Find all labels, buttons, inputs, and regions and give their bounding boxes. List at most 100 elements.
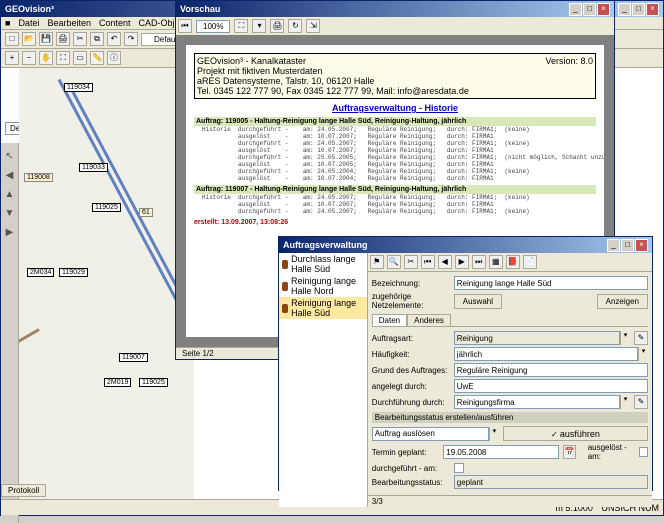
auswahl-button[interactable]: Auswahl bbox=[454, 294, 502, 309]
arrow-e-icon[interactable]: ▶ bbox=[6, 227, 14, 238]
tb-grid-icon[interactable]: ▦ bbox=[489, 255, 503, 269]
menu-bearbeiten[interactable]: Bearbeiten bbox=[47, 18, 91, 28]
tb-print-icon[interactable]: 🖨 bbox=[56, 32, 70, 46]
calendar-icon[interactable]: 📅 bbox=[563, 445, 575, 459]
tb-last-icon[interactable]: ⏭ bbox=[472, 255, 486, 269]
node-label: 2M019 bbox=[104, 378, 131, 387]
auftragsart-label: Auftragsart: bbox=[372, 334, 450, 343]
tb-pan-icon[interactable]: ✋ bbox=[39, 51, 53, 65]
map-canvas[interactable]: 119034 119033 119025 2M034 119029 119007… bbox=[19, 68, 194, 513]
ausgeloest-checkbox[interactable] bbox=[639, 447, 648, 457]
tb-cut-icon[interactable]: ✂ bbox=[73, 32, 87, 46]
doc-project1: Projekt mit fiktiven Musterdaten bbox=[197, 66, 593, 76]
tb-measure-icon[interactable]: 📏 bbox=[90, 51, 104, 65]
doc-project3: Tel. 0345 122 777 90, Fax 0345 122 777 9… bbox=[197, 86, 593, 96]
history-row: durchgeführt - am: 24.05.2007; Reguläre … bbox=[194, 140, 596, 147]
tb-info-icon[interactable]: ⓘ bbox=[107, 51, 121, 65]
tb-doc-icon[interactable]: 📄 bbox=[523, 255, 537, 269]
history-row: Historie durchgeführt - am: 24.05.2007; … bbox=[194, 194, 596, 201]
tab-daten[interactable]: Daten bbox=[372, 314, 407, 326]
list-item[interactable]: Durchlass lange Halle Süd bbox=[279, 253, 367, 275]
tb-zoom-out-icon[interactable]: − bbox=[22, 51, 36, 65]
dropdown-icon[interactable]: ▾ bbox=[620, 331, 630, 345]
form-title: Auftragsverwaltung bbox=[283, 240, 607, 250]
grund-input[interactable] bbox=[454, 363, 648, 377]
tb-prev-icon[interactable]: ◀ bbox=[438, 255, 452, 269]
zoom-field[interactable]: 100% bbox=[196, 20, 230, 33]
history-row: Historie durchgeführt - am: 24.05.2007; … bbox=[194, 126, 596, 133]
list-item[interactable]: Reinigung lange Halle Nord bbox=[279, 275, 367, 297]
durchfuehrung-select[interactable] bbox=[454, 395, 620, 409]
first-page-icon[interactable]: ⏮ bbox=[178, 19, 192, 33]
anzeigen-button[interactable]: Anzeigen bbox=[597, 294, 648, 309]
edit-icon[interactable]: ✎ bbox=[634, 395, 648, 409]
form-maximize-button[interactable]: □ bbox=[621, 239, 634, 252]
doc-project2: aRES Datensysteme, Talstr. 10, 06120 Hal… bbox=[197, 76, 593, 86]
form-close-button[interactable]: × bbox=[635, 239, 648, 252]
termin-input[interactable] bbox=[443, 445, 559, 459]
durchgefuehrt-label: durchgeführt - am: bbox=[372, 464, 450, 473]
tb-next-icon[interactable]: ▶ bbox=[455, 255, 469, 269]
bezeichnung-input[interactable] bbox=[454, 276, 648, 290]
node-label: 119029 bbox=[59, 268, 88, 277]
dropdown-icon[interactable]: ▾ bbox=[638, 347, 648, 361]
durchgefuehrt-checkbox[interactable] bbox=[454, 463, 464, 473]
form-toolbar: ⚑ 🔍 ✂ ⏮ ◀ ▶ ⏭ ▦ 📕 📄 bbox=[368, 253, 652, 272]
section-header: Bearbeitungsstatus erstellen/ausführen bbox=[372, 412, 648, 423]
tb-new-icon[interactable]: □ bbox=[5, 32, 19, 46]
preview-maximize-button[interactable]: □ bbox=[583, 3, 596, 16]
preview-titlebar: Vorschau _ □ × bbox=[176, 1, 614, 17]
tb-search-icon[interactable]: 🔍 bbox=[387, 255, 401, 269]
print-icon[interactable]: 🖨 bbox=[270, 19, 284, 33]
dropdown-icon[interactable]: ▾ bbox=[620, 395, 630, 409]
menu-content[interactable]: Content bbox=[99, 18, 131, 28]
list-item[interactable]: Reinigung lange Halle Süd bbox=[279, 297, 367, 319]
zoom-fit-icon[interactable]: ⛶ bbox=[234, 19, 248, 33]
preview-minimize-button[interactable]: _ bbox=[569, 3, 582, 16]
grund-label: Grund des Auftrages: bbox=[372, 366, 450, 375]
zoom-dd-icon[interactable]: ▾ bbox=[252, 19, 266, 33]
refresh-icon[interactable]: ↻ bbox=[288, 19, 302, 33]
folder-icon bbox=[282, 260, 288, 269]
history-row: durchgeführt - am: 24.05.2007; Reguläre … bbox=[194, 208, 596, 215]
angelegt-label: angelegt durch: bbox=[372, 382, 450, 391]
node-label: 2M034 bbox=[27, 268, 54, 277]
bezeichnung-label: Bezeichnung: bbox=[372, 279, 450, 288]
ausfuehren-button[interactable]: ✓ ausführen bbox=[503, 426, 648, 441]
angelegt-input[interactable] bbox=[454, 379, 648, 393]
dropdown-icon[interactable]: ▾ bbox=[489, 427, 499, 441]
pipe-label: 119008 bbox=[24, 173, 53, 182]
tb-copy-icon[interactable]: ⧉ bbox=[90, 32, 104, 46]
tb-zoom-in-icon[interactable]: + bbox=[5, 51, 19, 65]
tab-anderes[interactable]: Anderes bbox=[407, 314, 451, 326]
tb-redo-icon[interactable]: ↷ bbox=[124, 32, 138, 46]
export-icon[interactable]: ⇲ bbox=[306, 19, 320, 33]
tb-flag-icon[interactable]: ⚑ bbox=[370, 255, 384, 269]
arrow-n-icon[interactable]: ▲ bbox=[5, 189, 15, 200]
tb-first-icon[interactable]: ⏮ bbox=[421, 255, 435, 269]
minimize-button[interactable]: _ bbox=[618, 3, 631, 16]
tb-open-icon[interactable]: 📂 bbox=[22, 32, 36, 46]
maximize-button[interactable]: □ bbox=[632, 3, 645, 16]
tb-save-icon[interactable]: 💾 bbox=[39, 32, 53, 46]
ausgeloest-label: ausgelöst - am: bbox=[588, 443, 635, 461]
close-button[interactable]: × bbox=[646, 3, 659, 16]
arrow-nw-icon[interactable]: ↖ bbox=[5, 151, 13, 162]
ausloesen-select[interactable] bbox=[372, 427, 489, 441]
tb-cut2-icon[interactable]: ✂ bbox=[404, 255, 418, 269]
arrow-s-icon[interactable]: ▼ bbox=[5, 208, 15, 219]
tb-book-icon[interactable]: 📕 bbox=[506, 255, 520, 269]
tb-select-icon[interactable]: ▭ bbox=[73, 51, 87, 65]
protokoll-tab[interactable]: Protokoll bbox=[1, 484, 46, 497]
form-minimize-button[interactable]: _ bbox=[607, 239, 620, 252]
tb-undo-icon[interactable]: ↶ bbox=[107, 32, 121, 46]
menu-datei[interactable]: Datei bbox=[18, 18, 39, 28]
arrow-w-icon[interactable]: ◀ bbox=[6, 170, 14, 181]
pipe-label: 61 bbox=[139, 208, 153, 217]
haeufigkeit-select[interactable] bbox=[454, 347, 638, 361]
edit-icon[interactable]: ✎ bbox=[634, 331, 648, 345]
preview-close-button[interactable]: × bbox=[597, 3, 610, 16]
node-label: 119033 bbox=[79, 163, 108, 172]
tb-extent-icon[interactable]: ⛶ bbox=[56, 51, 70, 65]
auftragsart-select[interactable] bbox=[454, 331, 620, 345]
